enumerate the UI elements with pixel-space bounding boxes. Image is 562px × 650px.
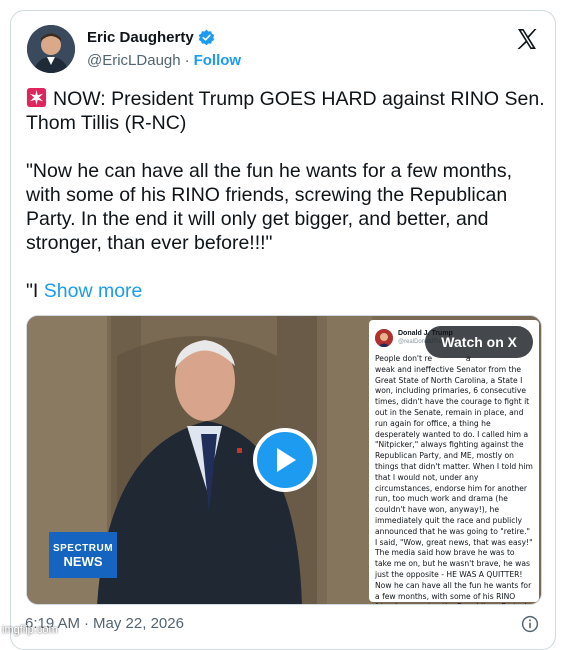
play-button[interactable] — [253, 428, 317, 492]
display-name[interactable]: Eric Daugherty — [87, 29, 194, 46]
handle-separator: · — [184, 52, 190, 69]
siren-icon — [26, 87, 47, 108]
avatar[interactable] — [27, 25, 75, 73]
embedded-post: Donald J. Trump @realDonaldTrump People … — [369, 320, 539, 604]
tweet-text: NOW: President Trump GOES HARD against R… — [26, 88, 545, 302]
handle[interactable]: @EricLDaugh — [87, 52, 181, 69]
tweet-date: May 22, 2026 — [93, 615, 184, 632]
tweet-body: NOW: President Trump GOES HARD against R… — [26, 87, 546, 303]
play-icon — [277, 448, 296, 472]
x-logo-icon[interactable] — [515, 27, 539, 51]
info-icon[interactable] — [521, 615, 539, 633]
embedded-post-body: People don't re a weak and ineffective S… — [375, 354, 533, 604]
show-more-link[interactable]: Show more — [44, 280, 143, 302]
imgflip-watermark: imgflip.com — [2, 624, 58, 636]
embedded-post-avatar — [375, 329, 393, 347]
verified-badge-icon — [198, 29, 214, 46]
tweet-card: Eric Daugherty @EricLDaugh · Follow NOW:… — [10, 10, 556, 650]
video-media[interactable]: SPECTRUM NEWS Donald J. Trump @realDonal… — [26, 315, 542, 605]
timestamp-separator: · — [84, 615, 90, 632]
spectrum-news-logo: SPECTRUM NEWS — [49, 532, 117, 578]
watch-on-x-button[interactable]: Watch on X — [425, 326, 533, 358]
follow-button[interactable]: Follow — [194, 52, 242, 69]
